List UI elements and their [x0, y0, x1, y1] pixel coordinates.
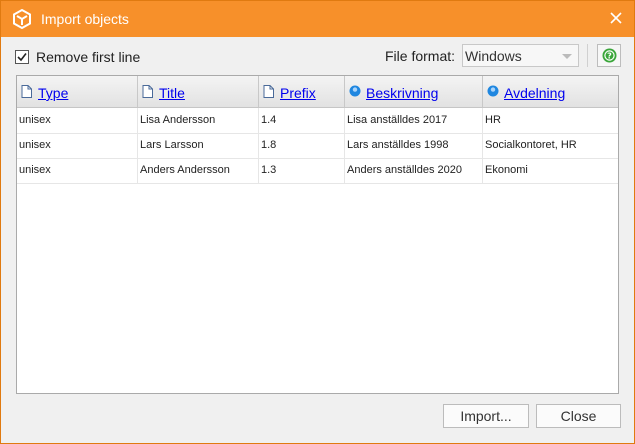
column-header-prefix: Prefix — [259, 76, 345, 107]
cell-title: Lars Larsson — [138, 133, 259, 158]
cell-beskrivning: Anders anställdes 2020 — [345, 158, 483, 183]
cell-title: Lisa Andersson — [138, 108, 259, 133]
info-circle-icon — [487, 85, 499, 97]
table-row: unisex Anders Andersson 1.3 Anders anstä… — [17, 158, 618, 184]
document-icon — [263, 85, 274, 98]
remove-first-line-label: Remove first line — [36, 49, 141, 65]
cell-beskrivning: Lars anställdes 1998 — [345, 133, 483, 158]
cell-type: unisex — [17, 108, 138, 133]
file-format-label: File format: — [385, 48, 456, 64]
table-row: unisex Lisa Andersson 1.4 Lisa anställde… — [17, 108, 618, 134]
remove-first-line-checkbox[interactable] — [15, 50, 29, 64]
help-icon: ? — [602, 48, 617, 63]
column-link-prefix[interactable]: Prefix — [280, 85, 316, 101]
column-link-beskrivning[interactable]: Beskrivning — [366, 85, 438, 101]
column-header-avdelning: Avdelning — [483, 76, 618, 107]
cell-avdelning: Socialkontoret, HR — [485, 139, 577, 151]
column-header-beskrivning: Beskrivning — [345, 76, 483, 107]
cell-type: unisex — [17, 158, 138, 183]
cube-logo-icon — [13, 9, 31, 29]
checkmark-icon — [17, 53, 27, 62]
file-format-select[interactable]: Windows — [462, 44, 579, 67]
column-header-type: Type — [17, 76, 138, 107]
svg-text:?: ? — [607, 51, 612, 60]
cell-prefix: 1.4 — [259, 108, 345, 133]
column-link-avdelning[interactable]: Avdelning — [504, 85, 565, 101]
import-objects-dialog: Import objects Remove first line File fo… — [0, 0, 635, 444]
chevron-down-icon — [562, 54, 572, 59]
help-button[interactable]: ? — [597, 44, 621, 67]
cell-type: unisex — [17, 133, 138, 158]
import-preview-table: Type Title Prefix Beskrivning Avdelning … — [16, 75, 619, 394]
title-bar: Import objects — [1, 1, 634, 37]
column-header-title: Title — [138, 76, 259, 107]
info-circle-icon — [349, 85, 361, 97]
document-icon — [142, 85, 153, 98]
column-link-type[interactable]: Type — [38, 85, 68, 101]
cell-prefix: 1.3 — [259, 158, 345, 183]
document-icon — [21, 85, 32, 98]
close-button[interactable]: Close — [536, 404, 621, 428]
cell-avdelning: HR — [485, 114, 501, 126]
table-row: unisex Lars Larsson 1.8 Lars anställdes … — [17, 133, 618, 159]
cell-title: Anders Andersson — [138, 158, 259, 183]
file-format-value: Windows — [465, 48, 522, 64]
dialog-title: Import objects — [41, 11, 129, 27]
cell-beskrivning: Lisa anställdes 2017 — [345, 108, 483, 133]
remove-first-line-option[interactable]: Remove first line — [15, 48, 140, 66]
column-link-title[interactable]: Title — [159, 85, 185, 101]
table-header: Type Title Prefix Beskrivning Avdelning — [17, 76, 618, 108]
cell-avdelning: Ekonomi — [485, 164, 528, 176]
cell-prefix: 1.8 — [259, 133, 345, 158]
toolbar-divider — [587, 44, 588, 67]
close-icon[interactable] — [608, 10, 624, 26]
import-button[interactable]: Import... — [443, 404, 529, 428]
